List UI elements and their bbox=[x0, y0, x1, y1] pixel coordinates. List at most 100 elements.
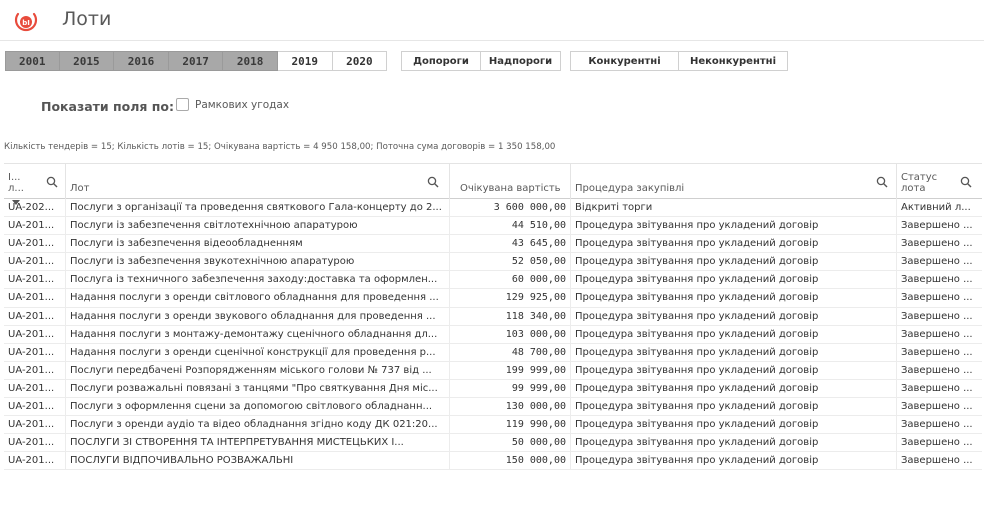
cell-status[interactable]: Завершено ... bbox=[897, 380, 982, 398]
table-row[interactable]: UA-201... ПОСЛУГИ ВІДПОЧИВАЛЬНО РОЗВАЖАЛЬ… bbox=[4, 452, 982, 471]
column-header-id[interactable]: I... л... bbox=[4, 164, 66, 199]
cell-id[interactable]: UA-201... bbox=[4, 361, 66, 380]
table-row[interactable]: UA-201... Послуги із забезпечення звукоте… bbox=[4, 253, 982, 272]
table-row[interactable]: UA-201... Послуги з оформлення сцени за д… bbox=[4, 398, 982, 417]
cell-lot[interactable]: Послуги із забезпечення відеообладненням bbox=[66, 235, 450, 254]
cell-status[interactable]: Завершено ... bbox=[897, 416, 982, 434]
cell-procedure[interactable]: Процедура звітування про укладений догов… bbox=[571, 325, 897, 344]
cell-id[interactable]: UA-202... bbox=[4, 199, 66, 217]
cell-lot[interactable]: Послуги розважальні повязані з танцями "… bbox=[66, 379, 450, 398]
table-row[interactable]: UA-201... Надання послуги з оренди звуков… bbox=[4, 307, 982, 326]
cell-procedure[interactable]: Процедура звітування про укладений догов… bbox=[571, 343, 897, 362]
cell-status[interactable]: Завершено ... bbox=[897, 217, 982, 235]
cell-status[interactable]: Завершено ... bbox=[897, 398, 982, 416]
search-icon[interactable] bbox=[876, 176, 888, 188]
cell-expected-value[interactable]: 150 000,00 bbox=[450, 452, 571, 471]
cell-procedure[interactable]: Процедура звітування про укладений догов… bbox=[571, 289, 897, 308]
cell-id[interactable]: UA-201... bbox=[4, 271, 66, 290]
cell-expected-value[interactable]: 52 050,00 bbox=[450, 253, 571, 272]
cell-procedure[interactable]: Процедура звітування про укладений догов… bbox=[571, 307, 897, 326]
table-row[interactable]: UA-201... Послуги розважальні повязані з … bbox=[4, 379, 982, 399]
table-row[interactable]: UA-201... Послуги з оренди аудіо та відео… bbox=[4, 416, 982, 435]
cell-expected-value[interactable]: 103 000,00 bbox=[450, 325, 571, 344]
cell-lot[interactable]: Послуги з організації та проведення свят… bbox=[66, 199, 450, 217]
search-icon[interactable] bbox=[960, 176, 972, 188]
cell-status[interactable]: Завершено ... bbox=[897, 326, 982, 344]
cell-id[interactable]: UA-201... bbox=[4, 289, 66, 308]
table-row[interactable]: UA-201... Надання послуги з монтажу-демон… bbox=[4, 325, 982, 344]
cell-procedure[interactable]: Процедура звітування про укладений догов… bbox=[571, 379, 897, 398]
table-row[interactable]: UA-201... Послуги із забезпечення світлот… bbox=[4, 217, 982, 236]
cell-procedure[interactable]: Процедура звітування про укладений догов… bbox=[571, 452, 897, 471]
cell-expected-value[interactable]: 99 999,00 bbox=[450, 379, 571, 398]
cell-lot[interactable]: Послуги з оренди аудіо та відео обладнан… bbox=[66, 416, 450, 435]
cell-id[interactable]: UA-201... bbox=[4, 452, 66, 471]
above-threshold-button[interactable]: Надпороги bbox=[481, 51, 561, 71]
cell-status[interactable]: Завершено ... bbox=[897, 434, 982, 452]
cell-id[interactable]: UA-201... bbox=[4, 434, 66, 453]
cell-expected-value[interactable]: 43 645,00 bbox=[450, 235, 571, 254]
cell-procedure[interactable]: Процедура звітування про укладений догов… bbox=[571, 361, 897, 380]
cell-lot[interactable]: Надання послуги з оренди світлового обла… bbox=[66, 289, 450, 308]
cell-lot[interactable]: Надання послуги з оренди звукового облад… bbox=[66, 307, 450, 326]
cell-expected-value[interactable]: 130 000,00 bbox=[450, 398, 571, 417]
cell-expected-value[interactable]: 48 700,00 bbox=[450, 343, 571, 362]
cell-procedure[interactable]: Процедура звітування про укладений догов… bbox=[571, 398, 897, 417]
cell-lot[interactable]: Послуги із забезпечення звукотехнічною а… bbox=[66, 253, 450, 272]
cell-expected-value[interactable]: 129 925,00 bbox=[450, 289, 571, 308]
column-header-lot[interactable]: Лот bbox=[66, 164, 450, 199]
table-row[interactable]: UA-202... Послуги з організації та провед… bbox=[4, 199, 982, 218]
year-button-2020[interactable]: 2020 bbox=[332, 51, 388, 71]
cell-procedure[interactable]: Процедура звітування про укладений догов… bbox=[571, 271, 897, 290]
cell-id[interactable]: UA-201... bbox=[4, 398, 66, 417]
cell-lot[interactable]: Послуги з оформлення сцени за допомогою … bbox=[66, 398, 450, 417]
cell-expected-value[interactable]: 3 600 000,00 bbox=[450, 199, 571, 217]
cell-status[interactable]: Завершено ... bbox=[897, 253, 982, 271]
cell-lot[interactable]: ПОСЛУГИ ЗІ СТВОРЕННЯ ТА ІНТЕРПРЕТУВАННЯ … bbox=[66, 434, 450, 453]
cell-procedure[interactable]: Відкриті торги bbox=[571, 199, 897, 217]
cell-status[interactable]: Завершено ... bbox=[897, 362, 982, 380]
table-row[interactable]: UA-201... Послуги із забезпечення відеооб… bbox=[4, 235, 982, 254]
cell-id[interactable]: UA-201... bbox=[4, 235, 66, 254]
cell-expected-value[interactable]: 60 000,00 bbox=[450, 271, 571, 290]
cell-lot[interactable]: Надання послуги з монтажу-демонтажу сцен… bbox=[66, 325, 450, 344]
column-header-status[interactable]: Статус лота bbox=[897, 164, 982, 199]
year-button-2018[interactable]: 2018 bbox=[223, 51, 278, 71]
noncompetitive-button[interactable]: Неконкурентні bbox=[679, 51, 788, 71]
year-button-2001[interactable]: 2001 bbox=[5, 51, 60, 71]
cell-lot[interactable]: ПОСЛУГИ ВІДПОЧИВАЛЬНО РОЗВАЖАЛЬНІ bbox=[66, 452, 450, 471]
cell-lot[interactable]: Надання послуги з оренди сценічної конст… bbox=[66, 343, 450, 362]
cell-procedure[interactable]: Процедура звітування про укладений догов… bbox=[571, 434, 897, 453]
cell-expected-value[interactable]: 118 340,00 bbox=[450, 307, 571, 326]
cell-expected-value[interactable]: 44 510,00 bbox=[450, 217, 571, 236]
cell-procedure[interactable]: Процедура звітування про укладений догов… bbox=[571, 217, 897, 236]
cell-id[interactable]: UA-201... bbox=[4, 307, 66, 326]
cell-lot[interactable]: Послуги передбачені Розпорядженням міськ… bbox=[66, 361, 450, 380]
cell-expected-value[interactable]: 119 990,00 bbox=[450, 416, 571, 435]
search-icon[interactable] bbox=[46, 176, 58, 188]
cell-lot[interactable]: Послуги із забезпечення світлотехнічною … bbox=[66, 217, 450, 236]
search-icon[interactable] bbox=[427, 176, 439, 188]
table-row[interactable]: UA-201... Послуги передбачені Розпоряджен… bbox=[4, 361, 982, 380]
cell-status[interactable]: Завершено ... bbox=[897, 235, 982, 253]
year-button-2019[interactable]: 2019 bbox=[277, 51, 333, 71]
cell-procedure[interactable]: Процедура звітування про укладений догов… bbox=[571, 416, 897, 435]
column-header-expected-value[interactable]: Очікувана вартість bbox=[450, 164, 571, 199]
cell-expected-value[interactable]: 199 999,00 bbox=[450, 361, 571, 380]
year-button-2015[interactable]: 2015 bbox=[59, 51, 115, 71]
cell-status[interactable]: Активний л... bbox=[897, 199, 982, 217]
cell-procedure[interactable]: Процедура звітування про укладений догов… bbox=[571, 253, 897, 272]
cell-status[interactable]: Завершено ... bbox=[897, 452, 982, 470]
column-header-procedure[interactable]: Процедура закупівлі bbox=[571, 164, 897, 199]
framework-agreements-option[interactable]: Рамкових угодах bbox=[176, 98, 289, 111]
cell-status[interactable]: Завершено ... bbox=[897, 344, 982, 362]
cell-id[interactable]: UA-201... bbox=[4, 416, 66, 435]
below-threshold-button[interactable]: Допороги bbox=[401, 51, 481, 71]
year-button-2016[interactable]: 2016 bbox=[114, 51, 169, 71]
table-row[interactable]: UA-201... Послуга із техничного забезпече… bbox=[4, 271, 982, 290]
cell-id[interactable]: UA-201... bbox=[4, 325, 66, 344]
cell-status[interactable]: Завершено ... bbox=[897, 308, 982, 326]
framework-agreements-checkbox[interactable] bbox=[176, 98, 189, 111]
cell-id[interactable]: UA-201... bbox=[4, 343, 66, 362]
competitive-button[interactable]: Конкурентні bbox=[570, 51, 679, 71]
